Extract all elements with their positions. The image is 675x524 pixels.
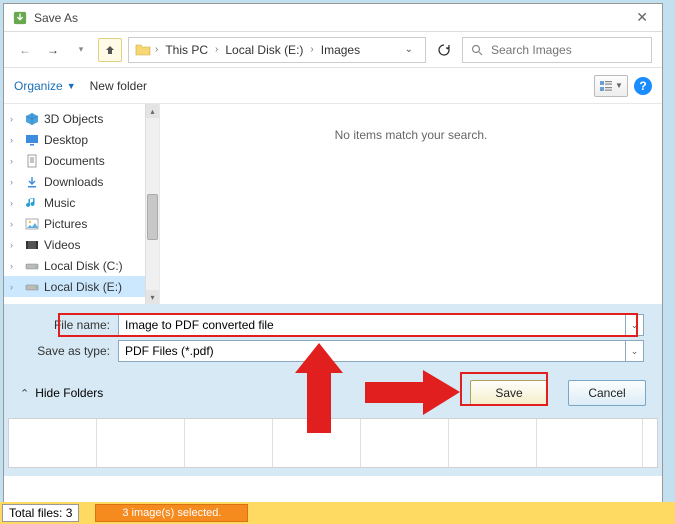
titlebar: Save As ✕: [4, 4, 662, 32]
down-icon: [24, 174, 40, 190]
folder-tree: ›3D Objects›Desktop›Documents›Downloads›…: [4, 104, 160, 304]
dialog-footer: File name: ⌄ Save as type: PDF Files (*.…: [4, 304, 662, 476]
scroll-up-icon[interactable]: ▴: [146, 104, 159, 118]
video-icon: [24, 237, 40, 253]
help-button[interactable]: ?: [634, 77, 652, 95]
caret-up-icon[interactable]: ⌃: [20, 387, 29, 400]
filename-input[interactable]: [118, 314, 626, 336]
saveastype-label: Save as type:: [22, 344, 110, 358]
chevron-right-icon: ›: [215, 44, 218, 55]
breadcrumb-item[interactable]: This PC: [162, 43, 211, 57]
desktop-icon: [24, 132, 40, 148]
close-icon[interactable]: ✕: [630, 9, 654, 26]
tree-item[interactable]: › Pictures: [4, 213, 159, 234]
expand-icon[interactable]: ›: [10, 156, 20, 166]
up-button[interactable]: [98, 38, 122, 62]
total-files-text: Total files: 3: [2, 504, 79, 522]
tree-item[interactable]: › Videos: [4, 234, 159, 255]
search-input[interactable]: [491, 43, 643, 57]
tree-item-label: Local Disk (C:): [44, 259, 123, 273]
forward-button[interactable]: →: [42, 39, 64, 61]
drive-icon: [24, 279, 40, 295]
chevron-down-icon: ▼: [615, 81, 623, 90]
pic-icon: [24, 216, 40, 232]
preview-grid: [8, 418, 658, 468]
status-bar: Total files: 3 3 image(s) selected.: [0, 502, 675, 524]
drive-icon: [24, 258, 40, 274]
breadcrumb[interactable]: › This PC › Local Disk (E:) › Images ⌄: [128, 37, 426, 63]
expand-icon[interactable]: ›: [10, 261, 20, 271]
cancel-button[interactable]: Cancel: [568, 380, 646, 406]
file-list: No items match your search.: [160, 104, 662, 304]
tree-item[interactable]: › Desktop: [4, 129, 159, 150]
saveastype-combo[interactable]: PDF Files (*.pdf): [118, 340, 626, 362]
scrollbar[interactable]: ▴ ▾: [145, 104, 159, 304]
tree-item[interactable]: › 3D Objects: [4, 108, 159, 129]
tree-item-label: Videos: [44, 238, 80, 252]
new-folder-button[interactable]: New folder: [90, 79, 147, 93]
save-button[interactable]: Save: [470, 380, 548, 406]
cube-icon: [24, 111, 40, 127]
saveastype-dropdown-icon[interactable]: ⌄: [626, 340, 644, 362]
tree-item[interactable]: › Music: [4, 192, 159, 213]
tree-item[interactable]: › Documents: [4, 150, 159, 171]
tree-item-label: Downloads: [44, 175, 103, 189]
folder-icon: [135, 43, 151, 57]
filename-label: File name:: [22, 318, 110, 332]
breadcrumb-item[interactable]: Local Disk (E:): [222, 43, 306, 57]
expand-icon[interactable]: ›: [10, 240, 20, 250]
expand-icon[interactable]: ›: [10, 135, 20, 145]
expand-icon[interactable]: ›: [10, 219, 20, 229]
window-title: Save As: [34, 11, 78, 25]
expand-icon[interactable]: ›: [10, 114, 20, 124]
save-as-icon: [12, 10, 28, 26]
view-options-button[interactable]: ▼: [594, 75, 628, 97]
tree-item[interactable]: › Local Disk (C:): [4, 255, 159, 276]
hide-folders-button[interactable]: Hide Folders: [35, 386, 103, 400]
selection-badge: 3 image(s) selected.: [95, 504, 248, 522]
search-box[interactable]: [462, 37, 652, 63]
tree-item-label: 3D Objects: [44, 112, 103, 126]
doc-icon: [24, 153, 40, 169]
tree-item[interactable]: › Local Disk (E:): [4, 276, 159, 297]
chevron-down-icon: ▼: [67, 81, 76, 91]
refresh-button[interactable]: [432, 38, 456, 62]
chevron-right-icon: ›: [310, 44, 313, 55]
organize-button[interactable]: Organize ▼: [14, 79, 76, 93]
navigation-bar: ← → ▾ › This PC › Local Disk (E:) › Imag…: [4, 32, 662, 68]
filename-dropdown-icon[interactable]: ⌄: [626, 314, 644, 336]
breadcrumb-dropdown-icon[interactable]: ⌄: [399, 44, 419, 55]
tree-item-label: Music: [44, 196, 75, 210]
scroll-down-icon[interactable]: ▾: [146, 290, 159, 304]
recent-dropdown-icon[interactable]: ▾: [70, 39, 92, 61]
scroll-thumb[interactable]: [147, 194, 158, 240]
back-button[interactable]: ←: [14, 39, 36, 61]
expand-icon[interactable]: ›: [10, 198, 20, 208]
tree-item-label: Pictures: [44, 217, 87, 231]
tree-item-label: Desktop: [44, 133, 88, 147]
toolbar: Organize ▼ New folder ▼ ?: [4, 68, 662, 104]
breadcrumb-item[interactable]: Images: [318, 43, 363, 57]
tree-item[interactable]: › Downloads: [4, 171, 159, 192]
search-icon: [471, 44, 483, 56]
expand-icon[interactable]: ›: [10, 177, 20, 187]
chevron-right-icon: ›: [155, 44, 158, 55]
tree-item-label: Documents: [44, 154, 105, 168]
tree-item-label: Local Disk (E:): [44, 280, 122, 294]
empty-state-text: No items match your search.: [335, 128, 488, 142]
expand-icon[interactable]: ›: [10, 282, 20, 292]
music-icon: [24, 195, 40, 211]
